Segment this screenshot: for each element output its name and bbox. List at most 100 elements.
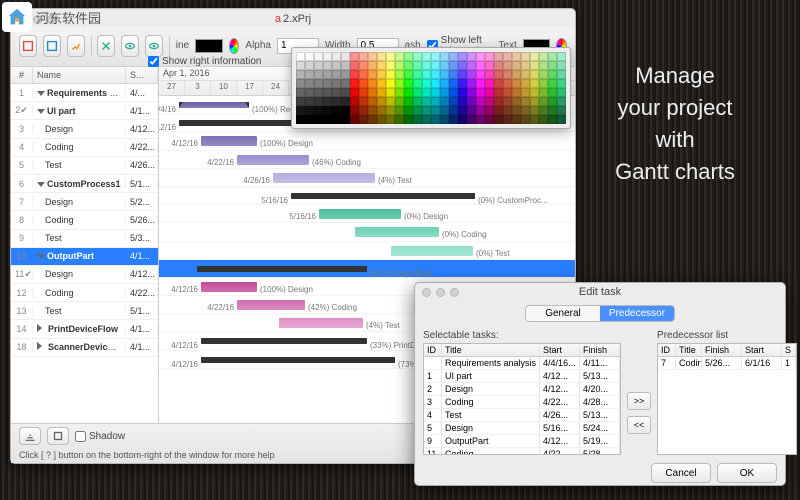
cancel-button[interactable]: Cancel bbox=[651, 463, 711, 483]
color-cell[interactable] bbox=[359, 115, 368, 124]
color-wheel-icon[interactable] bbox=[229, 38, 240, 54]
color-cell[interactable] bbox=[341, 88, 350, 97]
table-row[interactable]: 5Design5/16...5/24... bbox=[424, 422, 620, 435]
color-cell[interactable] bbox=[377, 97, 386, 106]
color-cell[interactable] bbox=[557, 97, 566, 106]
color-cell[interactable] bbox=[494, 52, 503, 61]
color-cell[interactable] bbox=[449, 97, 458, 106]
color-cell[interactable] bbox=[512, 70, 521, 79]
color-cell[interactable] bbox=[485, 79, 494, 88]
color-cell[interactable] bbox=[521, 52, 530, 61]
task-row[interactable]: 5Test4/26... bbox=[11, 157, 158, 175]
color-cell[interactable] bbox=[332, 52, 341, 61]
color-cell[interactable] bbox=[539, 97, 548, 106]
color-cell[interactable] bbox=[359, 61, 368, 70]
color-cell[interactable] bbox=[413, 61, 422, 70]
gantt-bar[interactable]: 4/26/16(4%) Test bbox=[273, 173, 375, 183]
color-cell[interactable] bbox=[521, 115, 530, 124]
color-cell[interactable] bbox=[557, 70, 566, 79]
color-cell[interactable] bbox=[359, 70, 368, 79]
color-cell[interactable] bbox=[359, 52, 368, 61]
color-cell[interactable] bbox=[467, 52, 476, 61]
color-cell[interactable] bbox=[557, 106, 566, 115]
color-cell[interactable] bbox=[350, 70, 359, 79]
color-cell[interactable] bbox=[404, 106, 413, 115]
gantt-bar[interactable]: 5/16/16(0%) Design bbox=[319, 209, 401, 219]
table-row[interactable]: 4Test4/26...5/13... bbox=[424, 409, 620, 422]
shadow-check[interactable]: Shadow bbox=[75, 431, 125, 442]
color-cell[interactable] bbox=[548, 97, 557, 106]
color-cell[interactable] bbox=[386, 88, 395, 97]
color-cell[interactable] bbox=[359, 79, 368, 88]
gantt-bar[interactable]: 4/12/16(33%) PrintDeviceFlow bbox=[201, 338, 367, 344]
color-cell[interactable] bbox=[440, 115, 449, 124]
selectable-table[interactable]: ID Title Start Finish Requirements analy… bbox=[423, 343, 621, 455]
color-cell[interactable] bbox=[323, 79, 332, 88]
move-left-button[interactable]: << bbox=[627, 416, 651, 434]
color-cell[interactable] bbox=[449, 61, 458, 70]
color-cell[interactable] bbox=[422, 52, 431, 61]
color-cell[interactable] bbox=[305, 88, 314, 97]
gantt-bar[interactable]: (4%) Test bbox=[279, 318, 363, 328]
color-cell[interactable] bbox=[521, 70, 530, 79]
color-cell[interactable] bbox=[530, 61, 539, 70]
color-cell[interactable] bbox=[431, 106, 440, 115]
color-cell[interactable] bbox=[494, 115, 503, 124]
color-cell[interactable] bbox=[386, 106, 395, 115]
color-cell[interactable] bbox=[521, 97, 530, 106]
color-cell[interactable] bbox=[341, 115, 350, 124]
dialog-tabs[interactable]: General Predecessor bbox=[525, 305, 675, 322]
color-cell[interactable] bbox=[548, 61, 557, 70]
gantt-bar[interactable]: 4/4/16(100%) Requireme... bbox=[179, 102, 249, 108]
task-row[interactable]: 4Coding4/22... bbox=[11, 139, 158, 157]
color-cell[interactable] bbox=[332, 88, 341, 97]
color-cell[interactable] bbox=[503, 79, 512, 88]
color-cell[interactable] bbox=[539, 52, 548, 61]
color-cell[interactable] bbox=[296, 88, 305, 97]
color-cell[interactable] bbox=[395, 106, 404, 115]
color-cell[interactable] bbox=[377, 79, 386, 88]
color-cell[interactable] bbox=[413, 97, 422, 106]
task-row[interactable]: 1Requirements analysis4/... bbox=[11, 84, 158, 102]
gantt-row[interactable]: (61%) OutputPart bbox=[159, 260, 575, 278]
color-cell[interactable] bbox=[521, 106, 530, 115]
color-cell[interactable] bbox=[341, 79, 350, 88]
color-cell[interactable] bbox=[548, 52, 557, 61]
color-cell[interactable] bbox=[521, 88, 530, 97]
color-cell[interactable] bbox=[323, 97, 332, 106]
gantt-bar[interactable]: 4/22/16(46%) Coding bbox=[237, 155, 309, 165]
color-cell[interactable] bbox=[377, 61, 386, 70]
gantt-bar[interactable]: 4/12/16(73%) ScannerDeviceFlow bbox=[201, 357, 395, 363]
color-cell[interactable] bbox=[449, 52, 458, 61]
color-cell[interactable] bbox=[296, 106, 305, 115]
color-cell[interactable] bbox=[377, 115, 386, 124]
table-row[interactable]: Requirements analysis4/4/16...4/11... bbox=[424, 357, 620, 370]
color-cell[interactable] bbox=[422, 115, 431, 124]
color-cell[interactable] bbox=[467, 106, 476, 115]
task-row[interactable]: 2✔UI part4/1... bbox=[11, 102, 158, 120]
color-cell[interactable] bbox=[395, 97, 404, 106]
color-cell[interactable] bbox=[449, 70, 458, 79]
gantt-row[interactable]: (0%) Test bbox=[159, 242, 575, 260]
color-cell[interactable] bbox=[539, 88, 548, 97]
color-cell[interactable] bbox=[350, 88, 359, 97]
task-row[interactable]: 3Design4/12... bbox=[11, 120, 158, 138]
color-cell[interactable] bbox=[395, 61, 404, 70]
color-cell[interactable] bbox=[341, 106, 350, 115]
color-cell[interactable] bbox=[467, 79, 476, 88]
color-cell[interactable] bbox=[557, 52, 566, 61]
color-cell[interactable] bbox=[377, 88, 386, 97]
color-cell[interactable] bbox=[413, 52, 422, 61]
color-cell[interactable] bbox=[359, 88, 368, 97]
color-cell[interactable] bbox=[512, 97, 521, 106]
color-cell[interactable] bbox=[431, 79, 440, 88]
color-cell[interactable] bbox=[368, 70, 377, 79]
color-cell[interactable] bbox=[449, 88, 458, 97]
show-right-check[interactable]: Show right information bbox=[148, 56, 262, 67]
color-cell[interactable] bbox=[386, 52, 395, 61]
color-cell[interactable] bbox=[548, 106, 557, 115]
task-row[interactable]: 14PrintDeviceFlow4/1... bbox=[11, 320, 158, 338]
color-cell[interactable] bbox=[521, 61, 530, 70]
color-cell[interactable] bbox=[404, 97, 413, 106]
color-cell[interactable] bbox=[539, 61, 548, 70]
